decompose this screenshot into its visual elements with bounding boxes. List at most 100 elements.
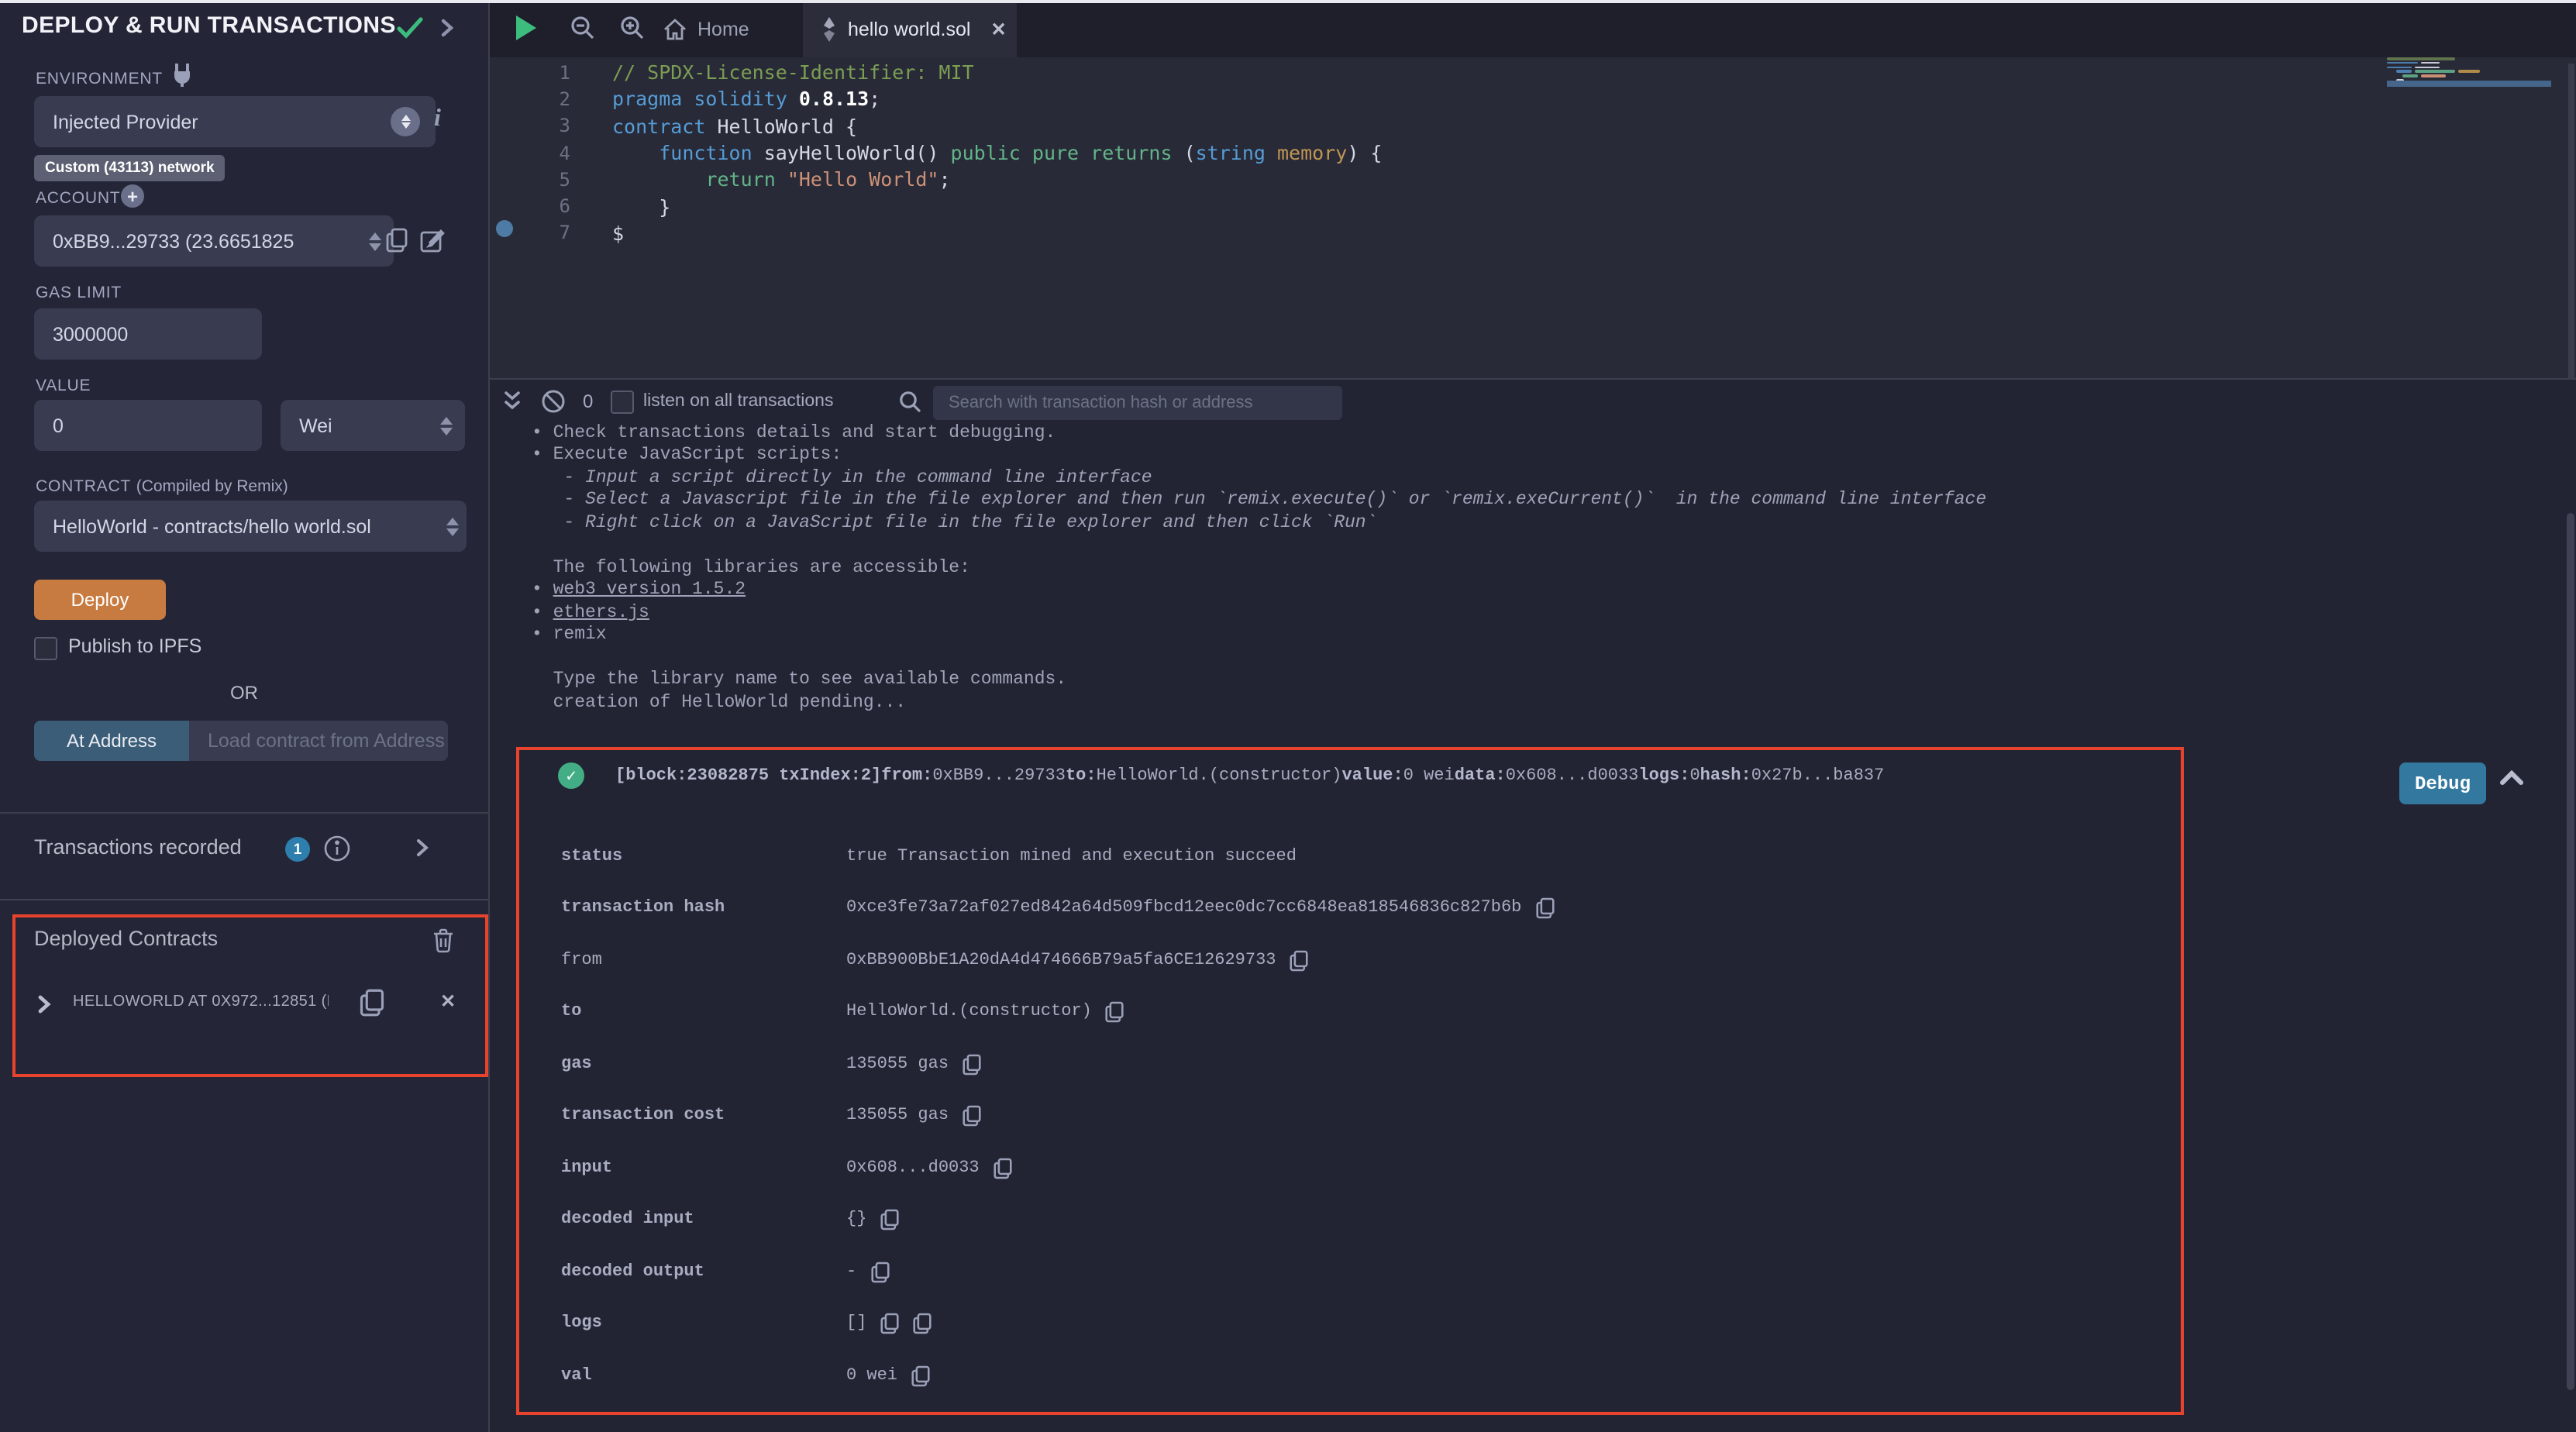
tx-detail-label: gas — [519, 1055, 846, 1074]
code-text: return "Hello World"; — [612, 168, 951, 191]
code-text: function sayHelloWorld() public pure ret… — [612, 141, 1382, 164]
copy-icon[interactable] — [911, 1365, 930, 1387]
zoom-out-icon[interactable] — [570, 15, 595, 40]
tx-success-check-icon: ✓ — [558, 762, 584, 789]
select-arrows-icon — [391, 107, 420, 136]
transactions-expand-chevron-icon[interactable] — [415, 838, 429, 857]
tab-hello-world-sol[interactable]: hello world.sol ✕ — [803, 0, 1017, 57]
value-input[interactable] — [34, 415, 262, 436]
copy-deployed-icon[interactable] — [360, 989, 384, 1017]
expand-terminal-chevrons-icon[interactable] — [502, 391, 522, 412]
environment-select[interactable]: Injected Provider — [34, 96, 436, 147]
code-line[interactable]: 3contract HelloWorld { — [490, 112, 2576, 139]
terminal-link[interactable]: web3 version 1.5.2 — [553, 580, 746, 601]
pending-tx-count: 0 — [583, 391, 593, 412]
tx-detail-label: to — [519, 1003, 846, 1022]
tx-detail-value: 0x608...d0033 — [846, 1159, 980, 1178]
terminal-link[interactable]: ethers.js — [553, 603, 649, 623]
terminal-log-line: • ethers.js — [532, 601, 1986, 624]
copy-icon[interactable] — [994, 1158, 1012, 1179]
code-line[interactable]: 2pragma solidity 0.8.13; — [490, 86, 2576, 113]
line-number: 2 — [490, 88, 570, 110]
editor-scrollbar[interactable] — [2568, 64, 2574, 429]
terminal-log: • Check transactions details and start d… — [532, 422, 1986, 714]
copy-icon[interactable] — [963, 1054, 981, 1076]
home-icon — [663, 18, 687, 40]
tab-home[interactable]: Home — [663, 0, 749, 57]
editor-minimap[interactable] — [2387, 57, 2551, 88]
code-line[interactable]: 5 return "Hello World"; — [490, 166, 2576, 193]
copy-icon[interactable] — [1290, 950, 1309, 972]
code-line[interactable]: 6 } — [490, 193, 2576, 220]
zoom-in-icon[interactable] — [620, 15, 645, 40]
copy-icon[interactable] — [1106, 1002, 1124, 1024]
tx-detail-label: input — [519, 1159, 846, 1178]
edit-account-icon[interactable] — [420, 228, 445, 253]
add-account-icon[interactable]: + — [121, 184, 144, 208]
collapse-tx-chevron-icon[interactable] — [2500, 770, 2523, 786]
environment-info-icon[interactable]: i — [434, 105, 441, 133]
listen-transactions-checkbox[interactable] — [611, 391, 634, 414]
editor-line-marker-dot[interactable] — [496, 220, 513, 237]
close-tab-icon[interactable]: ✕ — [990, 18, 1006, 40]
copy-icon[interactable] — [880, 1210, 899, 1231]
gas-limit-input[interactable] — [34, 323, 262, 345]
value-label: VALUE — [36, 377, 91, 395]
terminal-scrollbar[interactable] — [2567, 513, 2574, 1390]
clear-pending-ban-icon[interactable] — [541, 389, 566, 414]
plug-icon — [170, 62, 194, 87]
debug-button[interactable]: Debug — [2399, 762, 2486, 804]
copy-account-icon[interactable] — [386, 228, 408, 253]
terminal-log-line — [532, 646, 1986, 669]
tx-detail-label: decoded input — [519, 1211, 846, 1230]
terminal-log-line: • remix — [532, 624, 1986, 646]
transactions-info-icon[interactable] — [324, 835, 350, 862]
tx-detail-row: gas135055 gas — [519, 1038, 2181, 1090]
copy-icon[interactable] — [880, 1313, 899, 1335]
terminal-log-line: creation of HelloWorld pending... — [532, 691, 1986, 714]
tx-summary-line[interactable]: [block:23082875 txIndex:2] from: 0xBB9..… — [615, 758, 2165, 795]
publish-ipfs-checkbox[interactable] — [34, 637, 57, 660]
code-line[interactable]: 4 function sayHelloWorld() public pure r… — [490, 139, 2576, 167]
remove-deployed-icon[interactable]: ✕ — [440, 990, 456, 1012]
tx-detail-row: transaction cost135055 gas — [519, 1090, 2181, 1142]
tx-detail-value: HelloWorld.(constructor) — [846, 1003, 1092, 1022]
at-address-input[interactable] — [189, 730, 448, 752]
deployed-contract-item[interactable]: HELLOWORLD AT 0X972...12851 (B — [73, 993, 329, 1010]
copy-icon[interactable] — [963, 1106, 981, 1127]
code-line[interactable]: 1// SPDX-License-Identifier: MIT — [490, 59, 2576, 86]
contract-select[interactable]: HelloWorld - contracts/hello world.sol — [34, 501, 467, 552]
terminal-log-line: - Select a Javascript file in the file e… — [532, 489, 1986, 511]
tx-detail-value: - — [846, 1263, 856, 1282]
deployed-contracts-title: Deployed Contracts — [34, 927, 218, 950]
terminal-search-input[interactable] — [933, 385, 1342, 419]
copy-icon[interactable] — [1535, 898, 1554, 920]
transaction-result-block: ✓ [block:23082875 txIndex:2] from: 0xBB9… — [516, 747, 2184, 1415]
trash-icon[interactable] — [432, 928, 454, 953]
account-select[interactable]: 0xBB9...29733 (23.6651825 — [34, 215, 394, 267]
tx-detail-value: {} — [846, 1211, 866, 1230]
run-script-play-icon[interactable] — [516, 15, 536, 40]
deploy-run-sidebar: DEPLOY & RUN TRANSACTIONS ENVIRONMENT In… — [0, 0, 490, 1432]
tx-detail-row: logs[] — [519, 1298, 2181, 1350]
code-editor[interactable]: 1// SPDX-License-Identifier: MIT2pragma … — [490, 57, 2576, 378]
deployed-item-expand-chevron-icon[interactable] — [37, 995, 51, 1014]
deploy-button[interactable]: Deploy — [34, 580, 166, 620]
tx-detail-row: statustrue Transaction mined and executi… — [519, 831, 2181, 883]
tx-detail-row: decoded output- — [519, 1246, 2181, 1298]
contract-label: CONTRACT (Compiled by Remix) — [36, 477, 288, 496]
value-unit-select[interactable]: Wei — [281, 400, 465, 451]
tx-detail-value: true Transaction mined and execution suc… — [846, 848, 1297, 866]
tx-detail-label: transaction hash — [519, 900, 846, 918]
line-number: 3 — [490, 115, 570, 136]
environment-value: Injected Provider — [53, 111, 198, 133]
section-divider — [0, 899, 488, 900]
tx-detail-label: decoded output — [519, 1263, 846, 1282]
code-line[interactable]: 7$ — [490, 220, 2576, 247]
window-top-edge — [0, 0, 2576, 3]
copy-icon[interactable] — [913, 1313, 932, 1335]
at-address-button[interactable]: At Address — [34, 721, 189, 761]
terminal-log-line — [532, 534, 1986, 556]
copy-icon[interactable] — [870, 1262, 889, 1283]
panel-collapse-chevron-icon[interactable] — [440, 19, 454, 37]
